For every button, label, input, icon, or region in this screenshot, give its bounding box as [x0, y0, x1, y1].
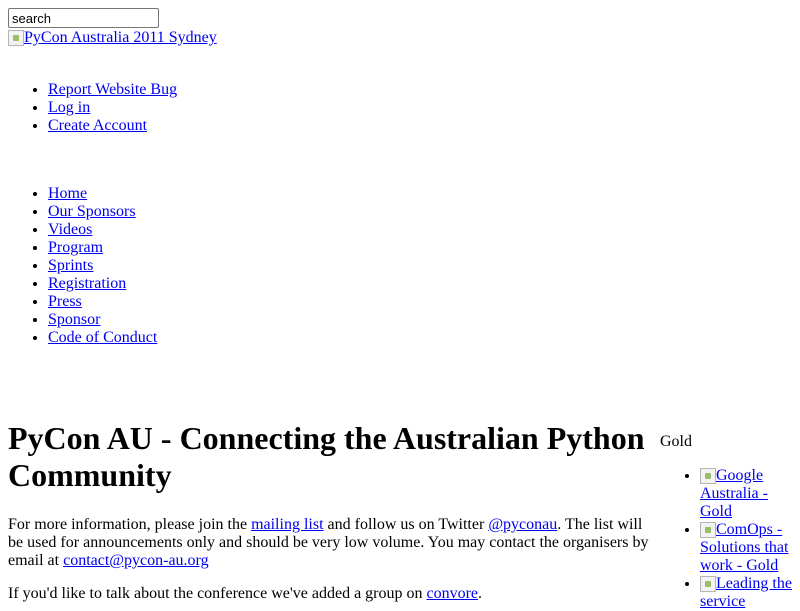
intro-text: .: [478, 585, 483, 602]
search-input[interactable]: [8, 8, 159, 28]
main-nav-item: Sponsor: [48, 311, 157, 329]
main-nav-item: Code of Conduct: [48, 329, 157, 347]
main-nav-item: Program: [48, 239, 157, 257]
nav-registration-link[interactable]: Registration: [48, 275, 126, 292]
intro-paragraph: For more information, please join the ma…: [8, 516, 658, 570]
sponsor-comops-link[interactable]: ComOps - Solutions that work - Gold: [700, 521, 788, 574]
page-title: PyCon AU - Connecting the Australian Pyt…: [8, 420, 645, 493]
sponsor-level-heading: Gold: [660, 433, 692, 450]
main-nav-item: Videos: [48, 221, 157, 239]
image-icon: [700, 468, 716, 484]
nav-sponsor-link[interactable]: Sponsor: [48, 311, 100, 328]
twitter-link[interactable]: @pyconau: [488, 516, 557, 533]
mailing-list-link[interactable]: mailing list: [251, 516, 323, 533]
logo-link[interactable]: PyCon Australia 2011 Sydney: [8, 29, 217, 47]
nav-sponsors-link[interactable]: Our Sponsors: [48, 203, 136, 220]
sponsor-item: Google Australia - Gold: [700, 467, 796, 521]
nav-sprints-link[interactable]: Sprints: [48, 257, 93, 274]
contact-email-link[interactable]: contact@pycon-au.org: [63, 552, 209, 569]
main-nav-item: Sprints: [48, 257, 157, 275]
main-nav-item: Registration: [48, 275, 157, 293]
logo-alt-text: PyCon Australia 2011 Sydney: [24, 29, 217, 46]
create-account-link[interactable]: Create Account: [48, 117, 147, 134]
user-nav-item: Log in: [48, 99, 177, 117]
sponsor-list: Google Australia - Gold ComOps - Solutio…: [700, 467, 796, 611]
intro-text: and follow us on Twitter: [323, 516, 489, 533]
sponsor-item: ComOps - Solutions that work - Gold: [700, 521, 796, 575]
intro-text: For more information, please join the: [8, 516, 252, 533]
sponsor-third-link[interactable]: Leading the service: [700, 575, 792, 610]
main-nav: Home Our Sponsors Videos Program Sprints…: [48, 185, 157, 347]
image-icon: [700, 522, 716, 538]
sponsor-item: Leading the service: [700, 575, 796, 611]
main-nav-item: Our Sponsors: [48, 203, 157, 221]
user-nav-item: Create Account: [48, 117, 177, 135]
main-nav-item: Home: [48, 185, 157, 203]
user-nav: Report Website Bug Log in Create Account: [48, 81, 177, 135]
convore-link[interactable]: convore: [427, 585, 479, 602]
login-link[interactable]: Log in: [48, 99, 90, 116]
logo-image-icon: [8, 30, 24, 46]
report-bug-link[interactable]: Report Website Bug: [48, 81, 177, 98]
nav-code-of-conduct-link[interactable]: Code of Conduct: [48, 329, 157, 346]
sponsor-google-link[interactable]: Google Australia - Gold: [700, 467, 768, 520]
intro-text: If you'd like to talk about the conferen…: [8, 585, 427, 602]
convore-paragraph: If you'd like to talk about the conferen…: [8, 585, 658, 603]
image-icon: [700, 576, 716, 592]
nav-program-link[interactable]: Program: [48, 239, 103, 256]
nav-home-link[interactable]: Home: [48, 185, 87, 202]
nav-videos-link[interactable]: Videos: [48, 221, 92, 238]
main-nav-item: Press: [48, 293, 157, 311]
nav-press-link[interactable]: Press: [48, 293, 82, 310]
user-nav-item: Report Website Bug: [48, 81, 177, 99]
